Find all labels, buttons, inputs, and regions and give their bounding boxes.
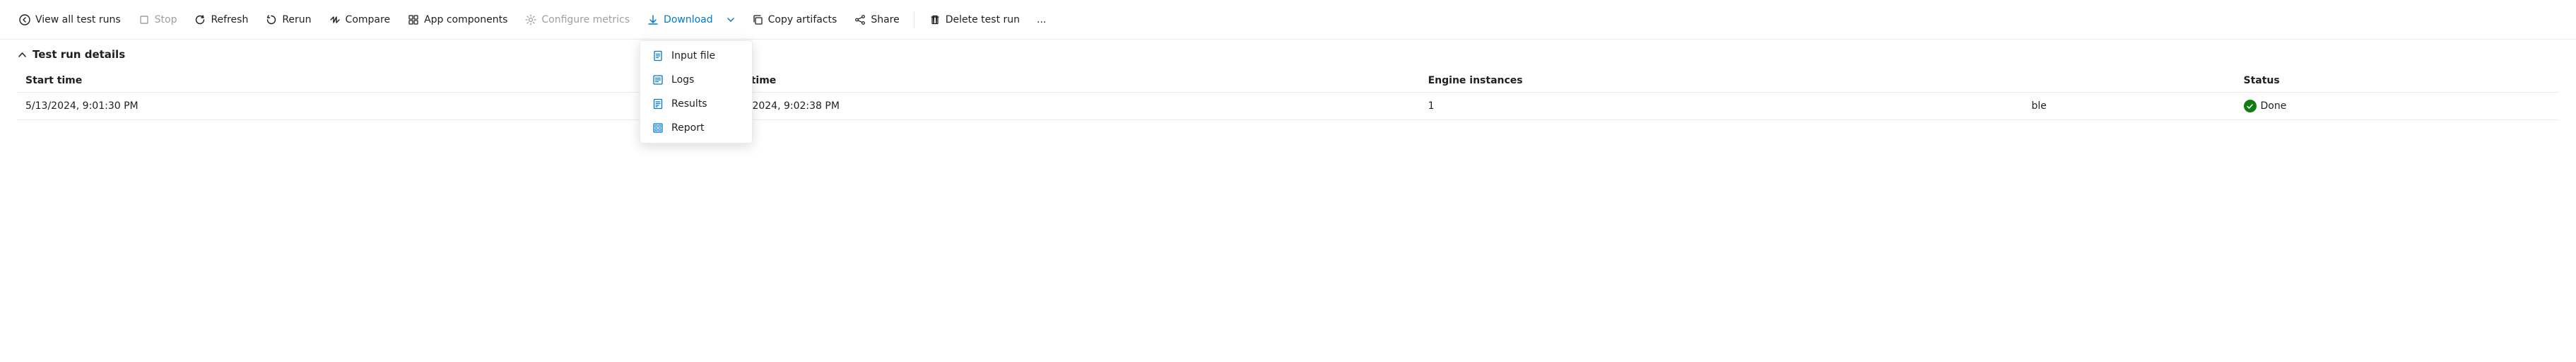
results-icon <box>652 98 664 110</box>
dropdown-report[interactable]: Report <box>640 116 752 140</box>
dropdown-input-file[interactable]: Input file <box>640 44 752 68</box>
stop-label: Stop <box>155 14 177 25</box>
done-check-icon <box>2244 100 2257 112</box>
col-header-end-time: End time <box>718 69 1419 93</box>
refresh-button[interactable]: Refresh <box>187 9 255 30</box>
section-header: Test run details <box>17 48 2559 61</box>
share-label: Share <box>871 14 899 25</box>
compare-label: Compare <box>346 14 391 25</box>
configure-metrics-icon <box>524 13 537 26</box>
status-done-label: Done <box>2261 100 2287 112</box>
refresh-label: Refresh <box>211 14 248 25</box>
download-label: Download <box>664 14 713 25</box>
configure-metrics-button[interactable]: Configure metrics <box>517 9 637 30</box>
chevron-down-icon <box>724 13 737 26</box>
cell-end-time: 5/13/2024, 9:02:38 PM <box>718 93 1419 120</box>
delete-icon <box>929 13 941 26</box>
cell-engine-instances: 1 <box>1420 93 2023 120</box>
share-icon <box>854 13 866 26</box>
col-header-start-time: Start time <box>17 69 718 93</box>
more-button[interactable]: ... <box>1030 10 1053 30</box>
app-components-icon <box>407 13 420 26</box>
copy-artifacts-label: Copy artifacts <box>768 14 837 25</box>
download-chevron-button[interactable] <box>720 9 741 30</box>
app-components-button[interactable]: App components <box>400 9 514 30</box>
dropdown-report-label: Report <box>671 122 704 134</box>
back-arrow-icon <box>18 13 31 26</box>
toolbar: View all test runs Stop Refresh Rerun <box>0 0 2576 40</box>
cell-status: Done <box>2235 93 2559 120</box>
col-header-empty <box>2023 69 2235 93</box>
rerun-icon <box>265 13 278 26</box>
dropdown-logs[interactable]: Logs <box>640 68 752 92</box>
configure-metrics-label: Configure metrics <box>541 14 630 25</box>
dropdown-results[interactable]: Results <box>640 92 752 116</box>
copy-icon <box>751 13 764 26</box>
stop-button[interactable]: Stop <box>131 9 184 30</box>
download-button[interactable]: Download <box>640 9 720 30</box>
status-done-container: Done <box>2244 100 2551 112</box>
app-components-label: App components <box>424 14 507 25</box>
download-icon <box>647 13 659 26</box>
view-all-test-runs-label: View all test runs <box>35 14 121 25</box>
input-file-icon <box>652 49 664 62</box>
logs-icon <box>652 74 664 86</box>
test-run-details-section: Test run details Start time End time Eng… <box>0 40 2576 120</box>
col-header-status: Status <box>2235 69 2559 93</box>
share-button[interactable]: Share <box>847 9 906 30</box>
collapse-chevron-icon[interactable] <box>17 49 27 59</box>
delete-test-run-button[interactable]: Delete test run <box>922 9 1027 30</box>
more-label: ... <box>1037 14 1046 25</box>
copy-artifacts-button[interactable]: Copy artifacts <box>744 9 845 30</box>
table-row: 5/13/2024, 9:01:30 PM 5/13/2024, 9:02:38… <box>17 93 2559 120</box>
dropdown-input-file-label: Input file <box>671 50 715 62</box>
refresh-icon <box>194 13 206 26</box>
table-header-row: Start time End time Engine instances Sta… <box>17 69 2559 93</box>
section-title: Test run details <box>33 48 125 61</box>
compare-button[interactable]: Compare <box>322 9 398 30</box>
test-run-table: Start time End time Engine instances Sta… <box>17 69 2559 120</box>
download-dropdown-menu: Input file Logs <box>640 40 753 144</box>
rerun-label: Rerun <box>282 14 311 25</box>
report-icon <box>652 122 664 134</box>
cell-start-time: 5/13/2024, 9:01:30 PM <box>17 93 718 120</box>
stop-icon <box>138 13 151 26</box>
compare-icon <box>329 13 341 26</box>
cell-extra: ble <box>2023 93 2235 120</box>
rerun-button[interactable]: Rerun <box>258 9 318 30</box>
dropdown-logs-label: Logs <box>671 74 694 86</box>
download-group: Download Input fi <box>640 9 741 30</box>
delete-test-run-label: Delete test run <box>946 14 1020 25</box>
dropdown-results-label: Results <box>671 98 707 110</box>
col-header-engine-instances: Engine instances <box>1420 69 2023 93</box>
view-all-test-runs-button[interactable]: View all test runs <box>11 9 128 30</box>
